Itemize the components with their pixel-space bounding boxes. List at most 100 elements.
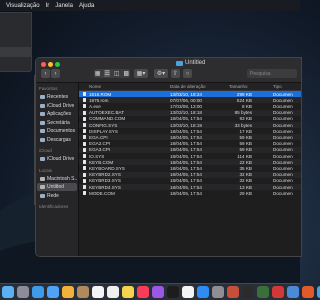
sidebar-item[interactable]: iCloud Drive — [37, 155, 77, 163]
zoom-button[interactable] — [55, 62, 60, 67]
file-size: 29 KB — [239, 190, 252, 196]
photos-icon[interactable] — [62, 286, 74, 298]
list-view-icon[interactable]: ☰ — [104, 70, 110, 77]
mail-icon[interactable] — [47, 286, 59, 298]
music-icon[interactable] — [137, 286, 149, 298]
sidebar-item[interactable]: Macintosh S... — [37, 175, 77, 183]
sidebar-item[interactable]: Descargas — [37, 136, 77, 144]
minimize-button[interactable] — [48, 62, 53, 67]
forward-button[interactable]: › — [51, 69, 60, 78]
file-row[interactable]: KEYB.COM 18/04/05, 17:54 22 KB Documen — [79, 159, 301, 166]
launchpad-icon[interactable] — [17, 286, 29, 298]
icon-view-icon[interactable]: ▦ — [95, 70, 101, 77]
download-icon — [40, 137, 45, 142]
file-date: 13/03/10, 18:18 — [170, 110, 202, 116]
file-name: EGA3.CPI — [89, 147, 111, 153]
finder-icon[interactable] — [2, 286, 14, 298]
close-button[interactable] — [41, 62, 46, 67]
file-date: 18/04/05, 17:54 — [170, 184, 202, 190]
action-button[interactable]: ⚙▾ — [154, 69, 168, 78]
sidebar-item[interactable]: Rede — [37, 192, 77, 200]
share-button[interactable]: ⇧ — [171, 69, 180, 78]
file-kind: Documen — [273, 122, 293, 128]
settings-icon[interactable] — [212, 286, 224, 298]
file-date: 18/04/05, 17:54 — [170, 134, 202, 140]
file-name: MODE.COM — [89, 190, 115, 196]
view-mode-segmented[interactable]: ▦ ☰ ◫ ▩ — [94, 69, 130, 78]
file-date: 13/03/10, 18:24 — [170, 91, 202, 97]
background-window[interactable] — [0, 12, 32, 72]
file-kind: Documen — [273, 178, 293, 184]
reminders-icon[interactable] — [107, 286, 119, 298]
appstore-icon[interactable] — [197, 286, 209, 298]
file-row[interactable]: KEYBRD3.SYS 18/04/05, 17:54 32 KB Documen — [79, 178, 301, 184]
safari-icon[interactable] — [32, 286, 44, 298]
file-row[interactable]: 1876.rom 07/07/06, 00:00 524 KB Documen — [79, 97, 301, 104]
file-row[interactable]: IO.SYS 18/04/05, 17:54 114 KB Documen — [79, 153, 301, 159]
notes-icon[interactable] — [122, 286, 134, 298]
file-row[interactable]: EGA3.CPI 18/04/05, 17:54 59 KB Documen — [79, 146, 301, 153]
menu-item-help[interactable]: Ajuda — [79, 3, 94, 9]
file-row[interactable]: CONFIG.SYS 13/03/10, 18:19 33 bytes Documen — [79, 122, 301, 128]
sidebar-item[interactable]: Documentos — [37, 127, 77, 135]
sidebar-item[interactable]: iCloud Drive — [37, 102, 77, 110]
file-row[interactable]: COMMAND.COM 18/04/05, 17:54 93 KB Documen — [79, 116, 301, 122]
file-size: 22 KB — [239, 159, 252, 165]
sidebar-item[interactable]: Aplicações — [37, 110, 77, 118]
column-header-kind[interactable]: Tipo — [273, 84, 282, 89]
sidebar-item[interactable]: Secretária — [37, 119, 77, 127]
file-row[interactable]: 1816.ROM 13/03/10, 18:24 299 KB Documen — [79, 91, 301, 97]
search-input[interactable]: Pesquisa — [247, 69, 297, 78]
app-icon[interactable] — [302, 286, 314, 298]
sidebar-item-label: iCloud Drive — [47, 156, 75, 162]
calendar-icon[interactable] — [92, 286, 104, 298]
terminal-icon[interactable] — [242, 286, 254, 298]
file-name: AUTOEXEC.BAT — [89, 110, 125, 116]
file-name: 1876.rom — [89, 97, 109, 103]
back-button[interactable]: ‹ — [41, 69, 50, 78]
file-name: IO.SYS — [89, 153, 105, 159]
file-row[interactable]: KEYBOARD.SYS 18/04/05, 17:54 35 KB Documen — [79, 165, 301, 171]
sidebar-item-label: Macintosh S... — [47, 175, 77, 182]
sidebar-item[interactable]: Recentes — [37, 93, 77, 101]
document-icon — [83, 191, 86, 196]
menu-item-view[interactable]: Visualização — [6, 3, 40, 9]
column-header-name[interactable]: Nome — [89, 84, 101, 89]
file-size: 524 KB — [236, 97, 252, 103]
column-header-date[interactable]: Data de alteração — [170, 84, 206, 89]
app-icon[interactable] — [272, 286, 284, 298]
cloud-icon — [40, 157, 45, 161]
file-row[interactable]: DISPLAY.SYS 18/04/05, 17:54 17 KB Documen — [79, 128, 301, 134]
sidebar-item-label: Secretária — [47, 119, 70, 126]
sidebar-item[interactable]: Untitled — [37, 183, 77, 191]
gallery-view-icon[interactable]: ▩ — [124, 70, 130, 77]
file-row[interactable]: A.exe 17/03/08, 13:00 8 KB Documen — [79, 103, 301, 109]
document-icon — [83, 147, 86, 152]
file-row[interactable]: EGA.CPI 18/04/05, 17:54 59 KB Documen — [79, 134, 301, 141]
monitor-icon[interactable] — [257, 286, 269, 298]
file-size: 93 KB — [239, 116, 252, 122]
file-row[interactable]: KEYBRD4.SYS 18/04/05, 17:54 13 KB Documen — [79, 184, 301, 190]
file-row[interactable]: EGA2.CPI 18/04/05, 17:54 59 KB Documen — [79, 141, 301, 147]
document-icon — [83, 98, 86, 103]
file-row[interactable]: KEYBRD2.SYS 18/04/05, 17:54 32 KB Documen — [79, 171, 301, 178]
contacts-icon[interactable] — [77, 286, 89, 298]
app-icon[interactable] — [227, 286, 239, 298]
file-row[interactable]: AUTOEXEC.BAT 13/03/10, 18:18 85 bytes Docum… — [79, 109, 301, 116]
sidebar-item-label: Descargas — [47, 136, 71, 143]
column-header-size[interactable]: Tamanho — [229, 84, 248, 89]
appletv-icon[interactable] — [167, 286, 179, 298]
tags-button[interactable]: ○ — [183, 69, 192, 78]
document-icon — [83, 178, 86, 183]
menu-item-go[interactable]: Ir — [46, 3, 50, 9]
file-row[interactable]: MODE.COM 18/04/05, 17:54 29 KB Documen — [79, 190, 301, 196]
file-size: 13 KB — [239, 184, 252, 190]
window-title: Untitled — [176, 60, 205, 66]
document-icon — [83, 92, 86, 96]
column-view-icon[interactable]: ◫ — [114, 70, 120, 77]
app-icon[interactable] — [287, 286, 299, 298]
podcasts-icon[interactable] — [152, 286, 164, 298]
group-by-button[interactable]: ▦▾ — [134, 69, 148, 78]
menu-item-window[interactable]: Janela — [55, 3, 73, 9]
news-icon[interactable] — [182, 286, 194, 298]
